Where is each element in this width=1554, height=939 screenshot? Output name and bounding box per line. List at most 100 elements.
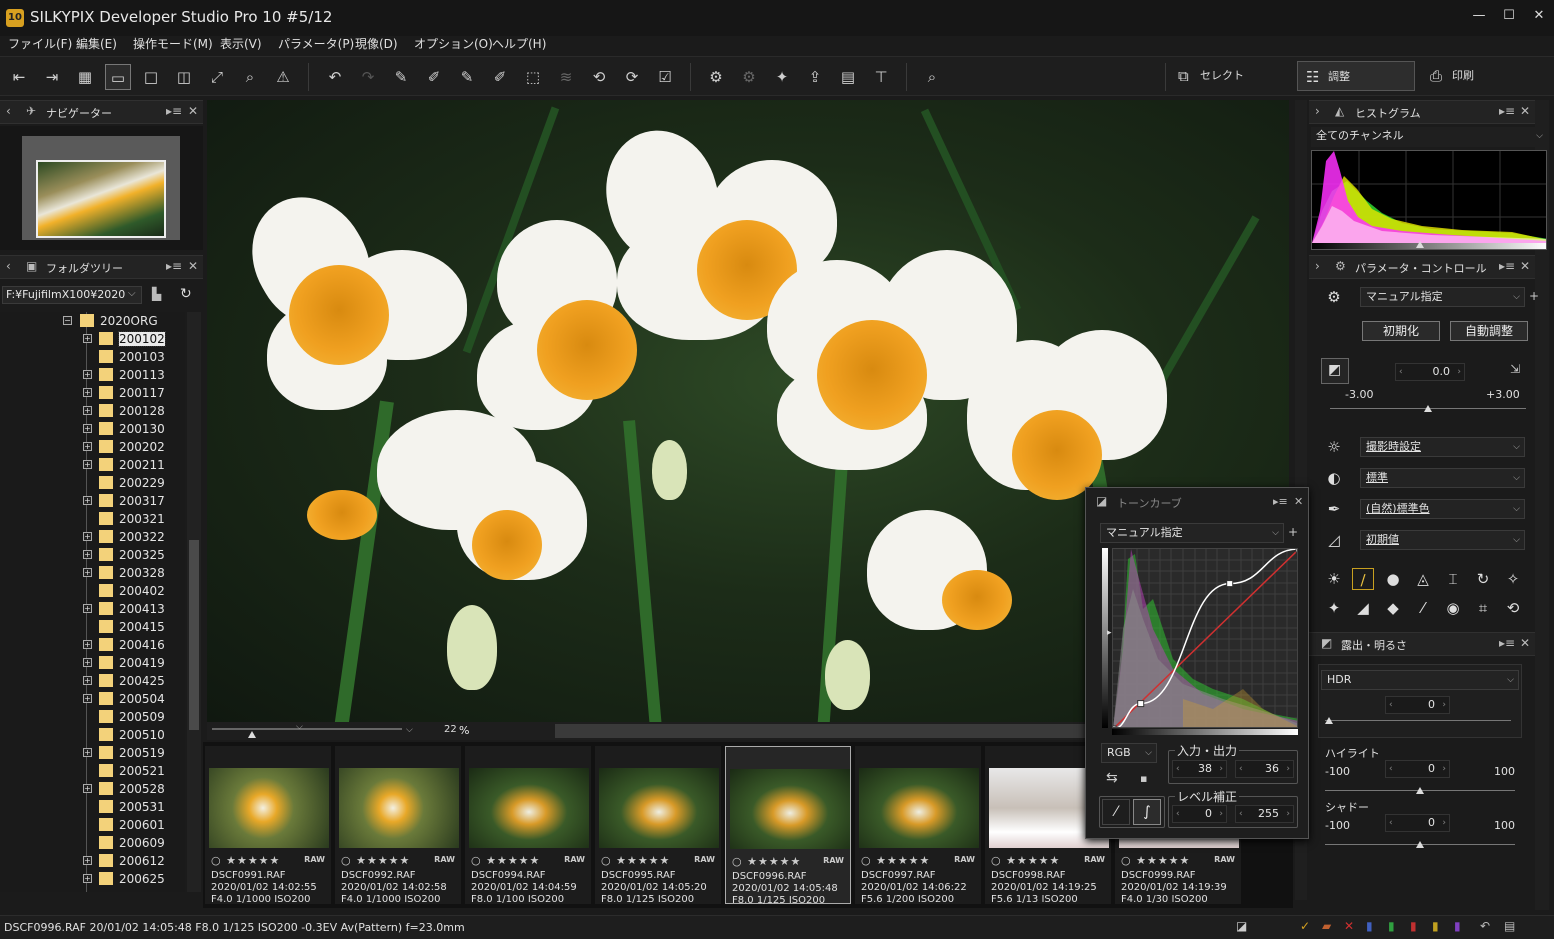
tree-folder-item[interactable]: 200402 — [0, 582, 185, 600]
exposure-icon-button[interactable]: ◩ — [1321, 358, 1349, 384]
tone-curve-graph[interactable] — [1112, 548, 1298, 728]
refresh-icon[interactable]: ↻ — [180, 286, 192, 302]
tree-folder-item[interactable]: +200325 — [0, 546, 185, 564]
highlight-spinner[interactable]: ‹ 0 › — [1385, 760, 1450, 778]
spin-left-icon[interactable]: ‹ — [1389, 761, 1393, 777]
brush-tool-icon[interactable]: ⁄ — [1412, 597, 1434, 619]
rating-stars[interactable]: ○ ★★★★★ — [601, 854, 670, 867]
level-low-spinner[interactable]: ‹ 0 › — [1172, 805, 1227, 823]
expand-icon[interactable]: + — [83, 568, 92, 577]
batch-develop-icon[interactable]: ⚙ — [736, 64, 762, 90]
rating-stars[interactable]: ○ ★★★★★ — [1121, 854, 1190, 867]
tree-folder-item[interactable]: 200509 — [0, 708, 185, 726]
minimize-button[interactable]: — — [1466, 6, 1492, 26]
curve-point-icon[interactable]: ▪ — [1140, 772, 1147, 785]
revert-icon[interactable]: ↶ — [1480, 919, 1490, 933]
hdr-spinner[interactable]: ‹ 0 › — [1385, 696, 1450, 714]
wb-select[interactable]: 撮影時設定 ⌵ — [1360, 437, 1525, 457]
menu-edit[interactable]: 編集(E) — [76, 36, 117, 53]
tree-folder-item[interactable]: +200519 — [0, 744, 185, 762]
panel-menu-icon[interactable]: ▸≡ — [1499, 636, 1515, 650]
tree-folder-item[interactable]: +200130 — [0, 420, 185, 438]
tree-folder-item[interactable]: 200609 — [0, 834, 185, 852]
spin-left-icon[interactable]: ‹ — [1176, 806, 1180, 822]
auto-adjust-button[interactable]: 自動調整 — [1450, 321, 1528, 341]
paste-param-icon[interactable]: ✐ — [421, 64, 447, 90]
expand-icon[interactable]: + — [83, 676, 92, 685]
crop-tool-panel-icon[interactable]: ⌗ — [1472, 597, 1494, 619]
tree-folder-item[interactable]: 200321 — [0, 510, 185, 528]
grid-view-icon[interactable]: ▦ — [72, 64, 98, 90]
preview-filmstrip-icon[interactable]: ▭ — [105, 64, 131, 90]
expand-icon[interactable]: + — [83, 604, 92, 613]
spin-right-icon[interactable]: › — [1219, 761, 1223, 777]
tree-folder-item[interactable]: +200416 — [0, 636, 185, 654]
lens-tool-icon[interactable]: ⌶ — [1442, 568, 1464, 590]
tree-folder-item[interactable]: +200425 — [0, 672, 185, 690]
param-preset-select[interactable]: マニュアル指定 ⌵ — [1360, 287, 1525, 307]
zoom-slider[interactable] — [212, 728, 402, 730]
expand-icon[interactable]: + — [83, 748, 92, 757]
crop-tool-icon[interactable]: ⬚ — [520, 64, 546, 90]
filmstrip-thumbnail[interactable]: ○ ★★★★★ RAW DSCF0997.RAF 2020/01/02 14:06:2… — [855, 746, 981, 905]
rating-stars[interactable]: ○ ★★★★★ — [991, 854, 1060, 867]
color-select[interactable]: (自然)標準色 ⌵ — [1360, 499, 1525, 519]
tag-green-icon[interactable]: ▮ — [1388, 919, 1395, 933]
check-icon[interactable]: ☑ — [652, 64, 678, 90]
tag-purple-icon[interactable]: ▮ — [1454, 919, 1461, 933]
level-high-spinner[interactable]: ‹ 255 › — [1235, 805, 1294, 823]
expand-icon[interactable]: + — [83, 874, 92, 883]
panel-close-icon[interactable]: ✕ — [1520, 636, 1530, 650]
expand-chevron-icon[interactable]: › — [1315, 104, 1320, 118]
panel-menu-icon[interactable]: ▸≡ — [166, 259, 182, 273]
tree-folder-item[interactable]: +200202 — [0, 438, 185, 456]
hdr-slider[interactable] — [1325, 720, 1511, 721]
rotate-right-icon[interactable]: ⟳ — [619, 64, 645, 90]
curve-channel-select[interactable]: RGB ⌵ — [1101, 743, 1157, 763]
expand-icon[interactable]: + — [83, 370, 92, 379]
tree-folder-item[interactable]: 200531 — [0, 798, 185, 816]
fisheye-tool-icon[interactable]: ◆ — [1382, 597, 1404, 619]
noise-tool-icon[interactable]: ✧ — [1502, 568, 1524, 590]
exposure-reset-icon[interactable]: ⇲ — [1510, 362, 1520, 376]
rating-stars[interactable]: ○ ★★★★★ — [732, 855, 801, 868]
shadow-spinner[interactable]: ‹ 0 › — [1385, 814, 1450, 832]
shadow-slider-knob[interactable] — [1416, 841, 1424, 848]
spin-right-icon[interactable]: › — [1442, 697, 1446, 713]
slideshow-icon[interactable]: ▤ — [835, 64, 861, 90]
zoom-chevron-icon[interactable]: ⌵ — [296, 722, 303, 732]
next-image-icon[interactable]: ⇥ — [39, 64, 65, 90]
tree-folder-item[interactable]: +200317 — [0, 492, 185, 510]
spin-right-icon[interactable]: › — [1457, 364, 1461, 380]
sharp-tool-icon[interactable]: ✦ — [1323, 597, 1345, 619]
add-curve-preset-icon[interactable]: + — [1288, 525, 1298, 539]
panel-close-icon[interactable]: ✕ — [188, 104, 198, 118]
filmstrip-thumbnail[interactable]: ○ ★★★★★ RAW DSCF0991.RAF 2020/01/02 14:02:5… — [205, 746, 331, 905]
check-mark-icon[interactable]: ✓ — [1300, 919, 1310, 933]
menu-view[interactable]: 表示(V) — [220, 36, 262, 53]
spin-left-icon[interactable]: ‹ — [1389, 697, 1393, 713]
horizontal-scrollbar[interactable] — [555, 724, 1085, 738]
panel-menu-icon[interactable]: ▸≡ — [1273, 495, 1288, 508]
expand-icon[interactable]: + — [83, 856, 92, 865]
maximize-button[interactable]: ☐ — [1496, 6, 1522, 26]
spin-right-icon[interactable]: › — [1442, 761, 1446, 777]
hdr-select[interactable]: HDR ⌵ — [1321, 670, 1519, 690]
panel-menu-icon[interactable]: ▸≡ — [166, 104, 182, 118]
filmstrip-thumbnail[interactable]: ○ ★★★★★ RAW DSCF0996.RAF 2020/01/02 14:05:4… — [725, 746, 851, 906]
rotate-tool-icon[interactable]: ↻ — [1472, 568, 1494, 590]
expand-icon[interactable]: + — [83, 640, 92, 649]
spin-right-icon[interactable]: › — [1286, 761, 1290, 777]
prev-image-icon[interactable]: ⇤ — [6, 64, 32, 90]
develop-icon[interactable]: ⚙ — [703, 64, 729, 90]
collapse-icon[interactable]: − — [63, 316, 72, 325]
copy-param-icon[interactable]: ✎ — [388, 64, 414, 90]
menu-file[interactable]: ファイル(F) — [8, 36, 72, 53]
input-spinner[interactable]: ‹ 38 › — [1172, 760, 1227, 778]
spin-left-icon[interactable]: ‹ — [1239, 806, 1243, 822]
expand-chevron-icon[interactable]: › — [1315, 259, 1320, 273]
gradation-tool-icon[interactable]: ◢ — [1352, 597, 1374, 619]
select-mode-button[interactable]: ⧉ セレクト — [1170, 61, 1285, 91]
panel-close-icon[interactable]: ✕ — [1520, 259, 1530, 273]
zoom-icon[interactable]: ⌕ — [237, 64, 263, 90]
